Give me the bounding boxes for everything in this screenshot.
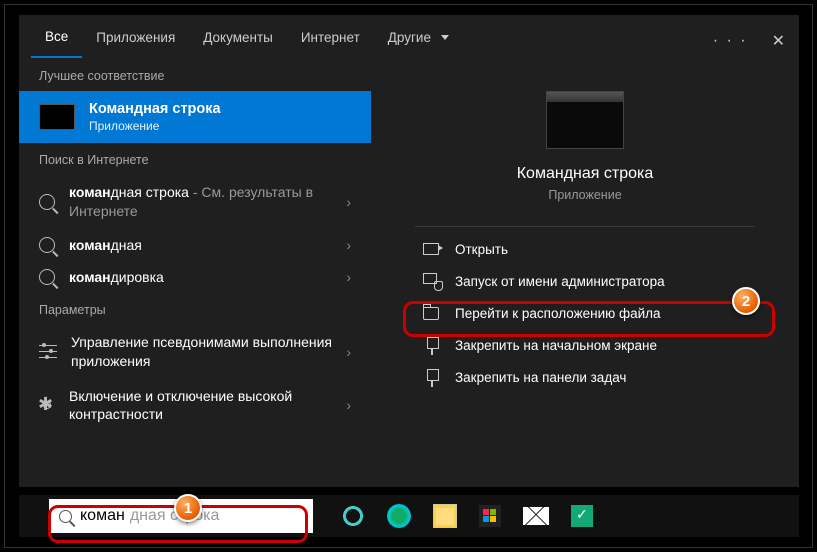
- folder-icon: [423, 305, 441, 321]
- chevron-right-icon: ›: [346, 344, 351, 360]
- search-icon: [59, 510, 72, 523]
- annotation-badge: 2: [732, 287, 760, 315]
- best-match-item[interactable]: Командная строка Приложение: [19, 91, 371, 143]
- close-button[interactable]: ✕: [766, 25, 791, 57]
- edge-icon[interactable]: [387, 504, 411, 528]
- chevron-right-icon: ›: [346, 397, 351, 413]
- settings-result[interactable]: Управление псевдонимами выполнения прило…: [19, 325, 371, 379]
- web-result[interactable]: командная строка - См. результаты в Инте…: [19, 175, 371, 229]
- tab-internet[interactable]: Интернет: [287, 18, 374, 57]
- action-pin-taskbar[interactable]: Закрепить на панели задач: [405, 361, 765, 393]
- search-icon: [39, 237, 55, 253]
- settings-result[interactable]: Включение и отключение высокой контрастн…: [19, 379, 371, 433]
- chevron-right-icon: ›: [346, 194, 351, 210]
- results-list: Лучшее соответствие Командная строка При…: [19, 59, 371, 487]
- section-best-match: Лучшее соответствие: [19, 59, 371, 91]
- tab-documents[interactable]: Документы: [189, 18, 287, 57]
- brightness-icon: [39, 397, 55, 413]
- admin-icon: [423, 273, 441, 289]
- web-result[interactable]: командировка ›: [19, 261, 371, 293]
- taskbar: командная строка: [19, 495, 799, 537]
- cmd-icon: [39, 104, 75, 130]
- chevron-right-icon: ›: [346, 237, 351, 253]
- chevron-right-icon: ›: [346, 269, 351, 285]
- sliders-icon: [39, 345, 57, 359]
- action-run-as-admin[interactable]: Запуск от имени администратора: [405, 265, 765, 297]
- preview-subtitle: Приложение: [548, 188, 621, 202]
- pin-icon: [423, 337, 441, 353]
- chevron-down-icon: [441, 35, 449, 40]
- cortana-icon[interactable]: [341, 504, 365, 528]
- security-icon[interactable]: [571, 505, 593, 527]
- tab-more[interactable]: Другие: [374, 18, 463, 57]
- pin-icon: [423, 369, 441, 385]
- search-icon: [39, 194, 55, 210]
- action-open[interactable]: Открыть: [405, 233, 765, 265]
- section-web: Поиск в Интернете: [19, 143, 371, 175]
- action-open-location[interactable]: Перейти к расположению файла: [405, 297, 765, 329]
- divider: [415, 226, 755, 227]
- more-options-button[interactable]: · · ·: [713, 32, 748, 50]
- section-settings: Параметры: [19, 293, 371, 325]
- preview-title: Командная строка: [517, 165, 654, 183]
- open-icon: [423, 241, 441, 257]
- preview-pane: Командная строка Приложение Открыть Запу…: [371, 59, 799, 487]
- tab-apps[interactable]: Приложения: [82, 18, 189, 57]
- search-tabs: Все Приложения Документы Интернет Другие…: [19, 15, 799, 59]
- explorer-icon[interactable]: [433, 504, 457, 528]
- app-tile-icon: [546, 91, 624, 149]
- store-icon[interactable]: [479, 505, 501, 527]
- web-result[interactable]: командная ›: [19, 229, 371, 261]
- search-icon: [39, 269, 55, 285]
- tab-all[interactable]: Все: [31, 17, 82, 58]
- action-pin-start[interactable]: Закрепить на начальном экране: [405, 329, 765, 361]
- mail-icon[interactable]: [523, 507, 549, 525]
- search-typed-text: коман: [80, 507, 125, 525]
- annotation-badge: 1: [174, 494, 202, 522]
